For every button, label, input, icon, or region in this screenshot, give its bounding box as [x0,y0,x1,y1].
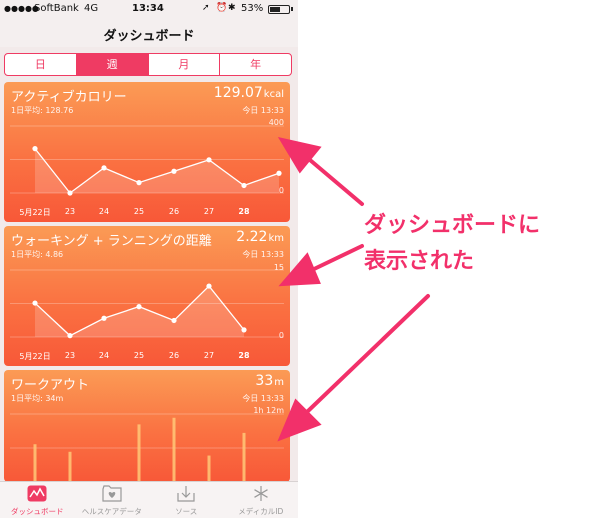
annotation-callout: ダッシュボードに 表示された [364,208,540,280]
arrow-to-distance [310,244,364,272]
arrow-to-calories [308,158,364,206]
arrow-head [277,137,322,174]
callout-line-1: ダッシュボードに [364,213,541,238]
callout-line-2: 表示された [364,249,475,274]
arrow-head [278,252,321,287]
arrow-to-workouts [305,294,430,414]
